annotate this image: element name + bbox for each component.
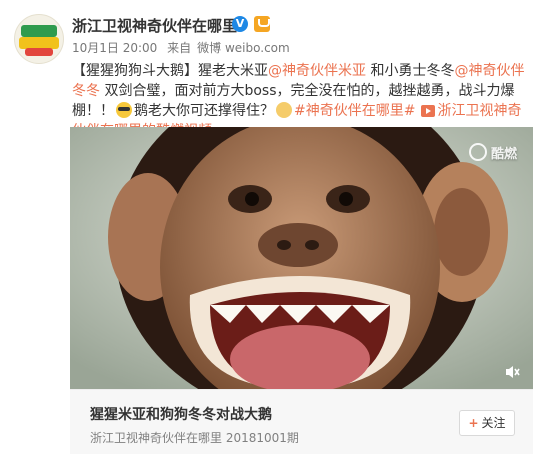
logo-shape-top [21,25,57,37]
mention-link[interactable]: @神奇伙伴米亚 [268,63,366,79]
mute-icon[interactable] [505,365,521,379]
post-date[interactable]: 10月1日 20:00 [72,41,157,55]
verified-badge-icon: V [232,16,248,32]
logo-shape-bottom [25,48,53,56]
hashtag-link[interactable]: #神奇伙伴在哪里# [294,103,415,119]
post-source-prefix: 来自 [167,41,192,55]
video-link-icon [421,105,436,117]
video-watermark: 酷燃 [468,143,517,162]
post-meta: 10月1日 20:00 来自 微博 weibo.com [72,39,296,56]
author-avatar[interactable] [14,14,64,64]
post-text-part: 和小勇士冬冬 [366,63,455,79]
hand-emoji-icon [276,102,292,118]
video-card-subtitle: 浙江卫视神奇伙伴在哪里 20181001期 [90,431,299,445]
kuran-logo-icon [468,143,487,161]
chimpanzee-video-frame [70,127,533,389]
watermark-text: 酷燃 [490,147,517,162]
cool-face-emoji-icon [116,102,132,118]
author-name[interactable]: 浙江卫视神奇伙伴在哪里 [72,15,237,36]
follow-label: 关注 [481,416,506,430]
video-card[interactable]: 猩猩米亚和狗狗冬冬对战大鹅 浙江卫视神奇伙伴在哪里 20181001期 + 关注 [70,389,533,454]
plus-icon: + [468,416,479,430]
video-card-title[interactable]: 猩猩米亚和狗狗冬冬对战大鹅 [90,404,272,424]
video-player[interactable]: 酷燃 [70,127,533,389]
post-source[interactable]: 微博 weibo.com [197,41,290,55]
vip-crown-icon [254,16,270,32]
post-text-part: 鹅老大你可还撑得住？ [134,103,274,119]
follow-button[interactable]: + 关注 [459,410,515,436]
post-text-part: 【猩猩狗狗斗大鹅】猩老大米亚 [72,63,268,79]
